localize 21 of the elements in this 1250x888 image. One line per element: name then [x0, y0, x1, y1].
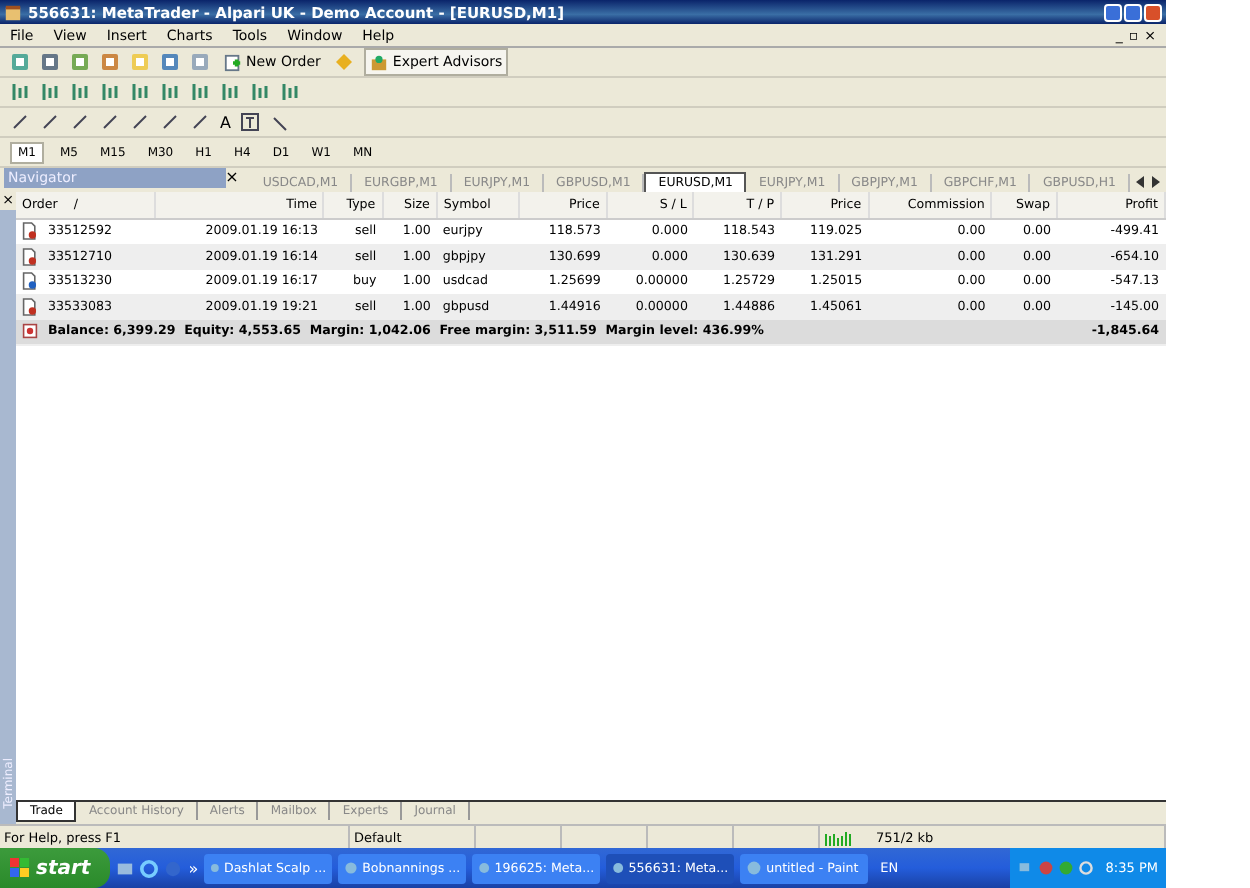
- sell-order-icon: [22, 222, 38, 241]
- sell-order-icon: [22, 297, 38, 316]
- bar-chart-icon[interactable]: [10, 82, 30, 102]
- text-label-icon[interactable]: [240, 112, 261, 132]
- more-button[interactable]: »: [188, 859, 199, 877]
- buy-order-icon: [22, 272, 38, 291]
- maximize-button[interactable]: [1124, 3, 1142, 21]
- document-plus-icon: [224, 53, 242, 71]
- close-button[interactable]: ×: [225, 168, 239, 188]
- windows-logo: [10, 858, 30, 878]
- text-tool-button[interactable]: A: [220, 113, 231, 131]
- browser-icon[interactable]: [140, 859, 159, 877]
- connection-bars-icon: [824, 829, 852, 845]
- minimize-button[interactable]: [1104, 3, 1122, 21]
- scroll-arrows-icon[interactable]: [1134, 174, 1162, 190]
- sell-order-icon: [22, 247, 38, 266]
- balance-icon: [22, 322, 38, 341]
- start-button[interactable]: start: [0, 848, 111, 888]
- trendline-icon[interactable]: [130, 112, 150, 132]
- close-button[interactable]: [1144, 3, 1162, 21]
- desktop-icon[interactable]: [116, 859, 135, 877]
